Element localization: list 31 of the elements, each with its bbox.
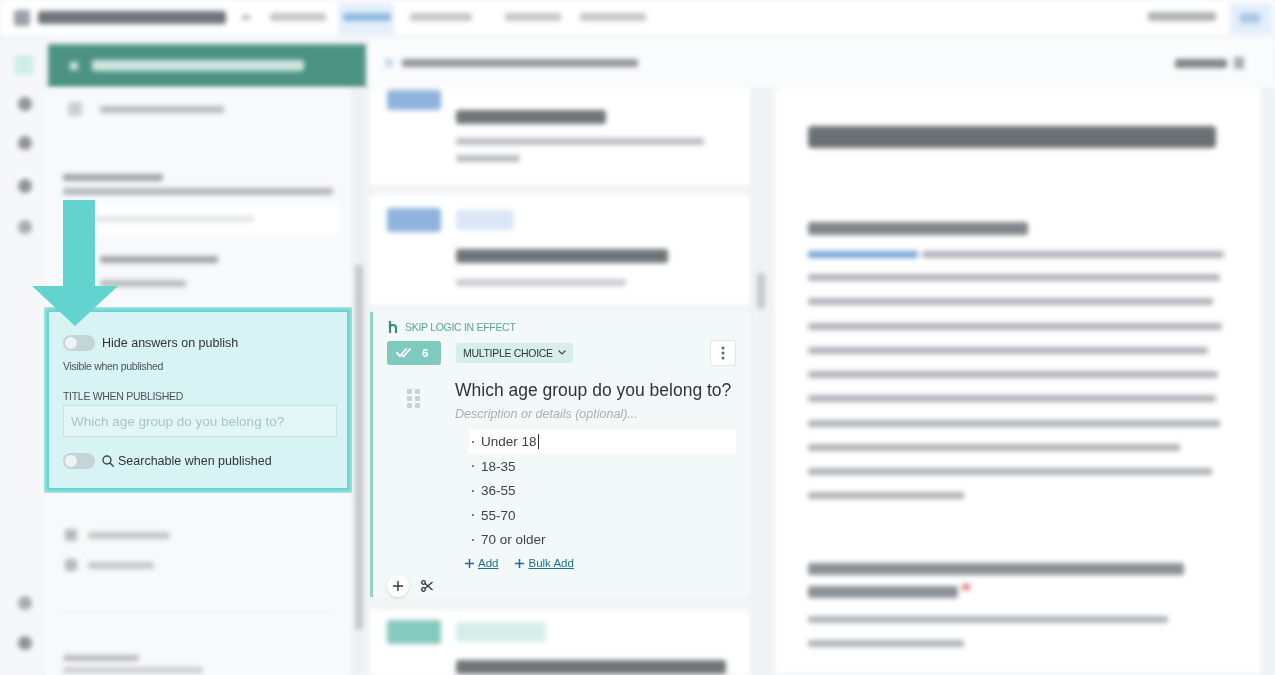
- double-check-icon: [396, 347, 411, 358]
- toggle-label: Hide answers on publish: [102, 336, 239, 350]
- description-field[interactable]: Description or details (optional)...: [455, 404, 725, 423]
- add-question-button[interactable]: [387, 575, 409, 597]
- more-vertical-icon: [721, 345, 725, 360]
- input-field[interactable]: Which age group do you belong to?: [63, 405, 337, 437]
- chevron-down-icon: [557, 350, 566, 355]
- option-label[interactable]: 55-70: [481, 507, 516, 523]
- toggle-switch[interactable]: [63, 335, 95, 351]
- question-type-dropdown[interactable]: MULTIPLE CHOICE: [456, 342, 573, 363]
- search-icon: [102, 455, 114, 467]
- plus-icon: [515, 558, 525, 568]
- option-label[interactable]: 70 or older: [481, 532, 546, 548]
- visibility-status: Visible when published: [63, 360, 165, 373]
- toggle-switch[interactable]: [63, 453, 95, 469]
- toggle-label: Searchable when published: [118, 454, 272, 468]
- option-label[interactable]: 36-55: [481, 483, 516, 499]
- question-count: 6: [422, 346, 429, 359]
- skip-logic-label: SKIP LOGIC IN EFFECT: [405, 320, 516, 333]
- question-title[interactable]: Which age group do you belong to?: [455, 378, 736, 401]
- field-label: TITLE WHEN PUBLISHED: [63, 390, 185, 402]
- scrollbar[interactable]: [352, 88, 366, 675]
- drag-handle-icon[interactable]: [407, 388, 420, 408]
- plus-icon: [393, 581, 403, 591]
- add-link[interactable]: Add: [465, 557, 499, 569]
- branch-icon: [388, 320, 398, 333]
- more-options-button[interactable]: [710, 339, 736, 366]
- add-link[interactable]: Bulk Add: [515, 557, 574, 569]
- scissors-icon[interactable]: [421, 580, 433, 592]
- option-label[interactable]: 18-35: [481, 458, 516, 474]
- plus-icon: [465, 558, 474, 568]
